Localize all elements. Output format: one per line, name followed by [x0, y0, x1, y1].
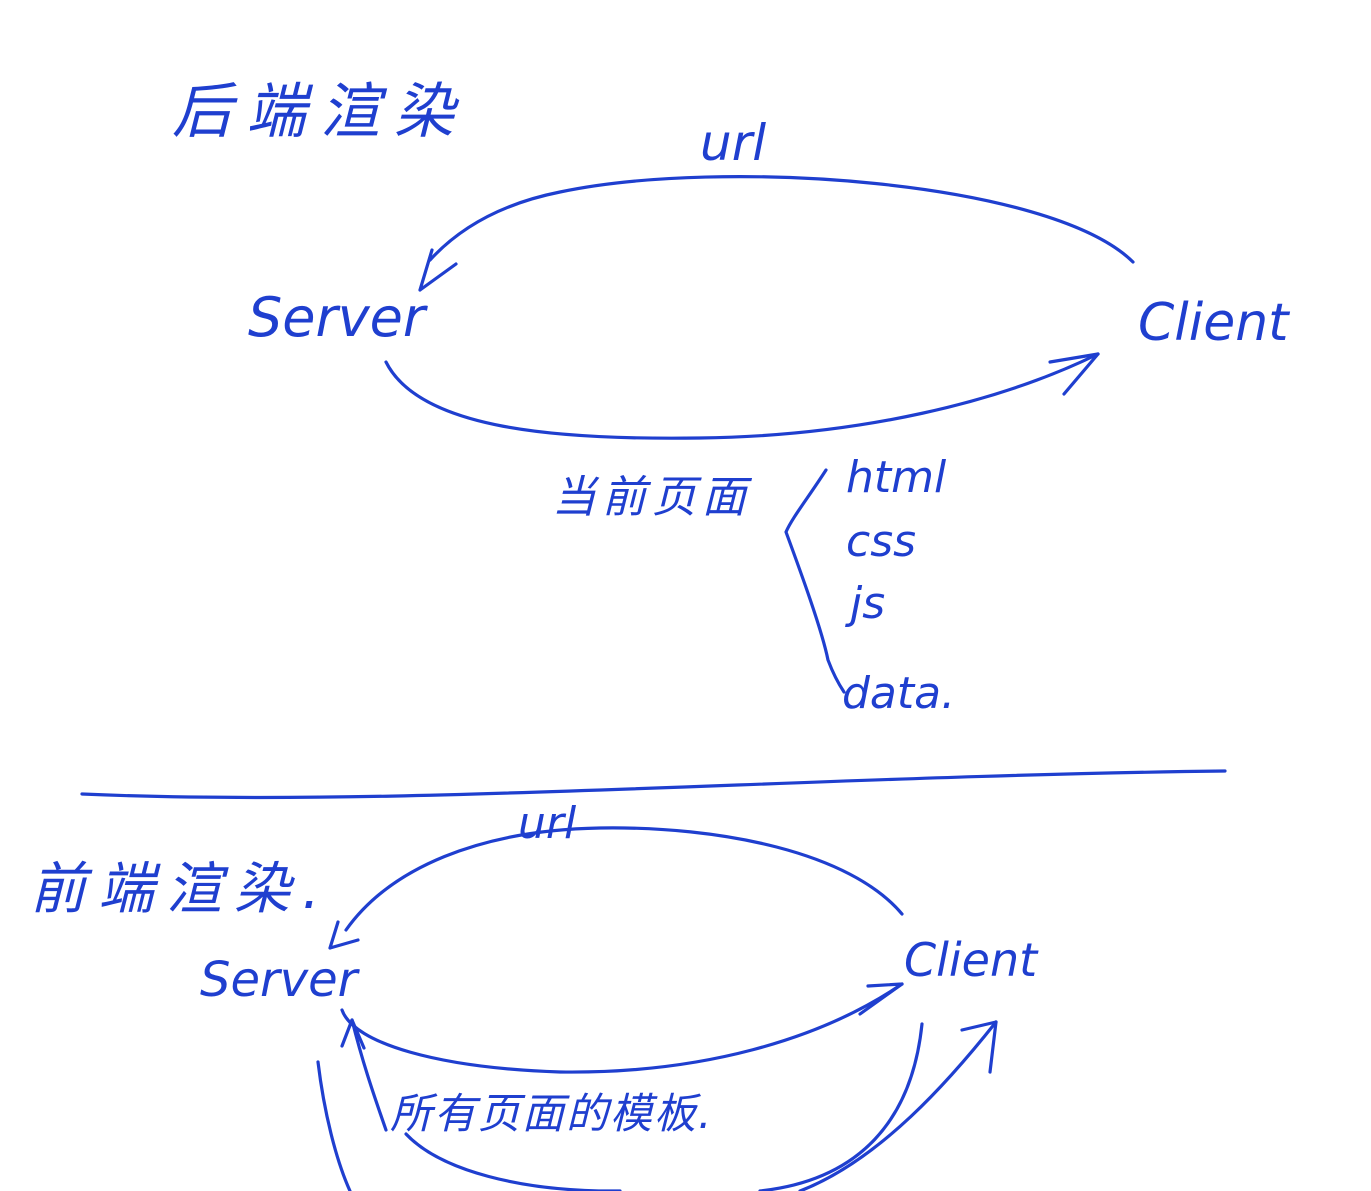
response-part-html: html — [846, 452, 947, 503]
top-request-arrowhead — [418, 248, 458, 292]
response-parts-list: html css js data. — [842, 452, 955, 719]
section-divider-line — [80, 769, 1227, 800]
response-part-css: css — [846, 516, 916, 567]
bottom-server-label: Server — [200, 952, 361, 1008]
bottom-request-arrow — [344, 826, 904, 932]
top-server-label: Server — [248, 286, 428, 349]
top-section-title: 后端渲染 — [172, 77, 468, 147]
server-side-rendering-diagram: 后端渲染 url Server Client 当前页面 html css js … — [172, 77, 1290, 719]
response-parts-brace — [784, 468, 846, 694]
bottom-upward-arrowhead — [340, 1018, 366, 1050]
bottom-section-title: 前端渲染. — [30, 857, 332, 922]
whiteboard-canvas: 后端渲染 url Server Client 当前页面 html css js … — [30, 77, 1290, 1191]
bottom-lower-loop-left — [316, 1060, 352, 1191]
bottom-response-arrowhead — [858, 982, 904, 1016]
bottom-response-arrow — [340, 982, 904, 1074]
bottom-request-arrowhead — [328, 920, 360, 950]
client-side-rendering-diagram: url 前端渲染. Server Client 所有页面的模板. — [30, 798, 1039, 1191]
bottom-request-label: url — [518, 798, 577, 849]
top-response-arrowhead — [1048, 352, 1100, 396]
top-request-label: url — [700, 114, 766, 172]
response-part-data: data. — [842, 668, 955, 719]
bottom-response-label: 所有页面的模板. — [390, 1089, 713, 1138]
top-response-arrow — [384, 352, 1100, 440]
top-response-label: 当前页面 — [552, 472, 753, 523]
top-client-label: Client — [1138, 293, 1290, 353]
top-request-arrow — [428, 175, 1135, 264]
bottom-client-label: Client — [904, 933, 1039, 987]
response-part-js: js — [845, 578, 885, 629]
